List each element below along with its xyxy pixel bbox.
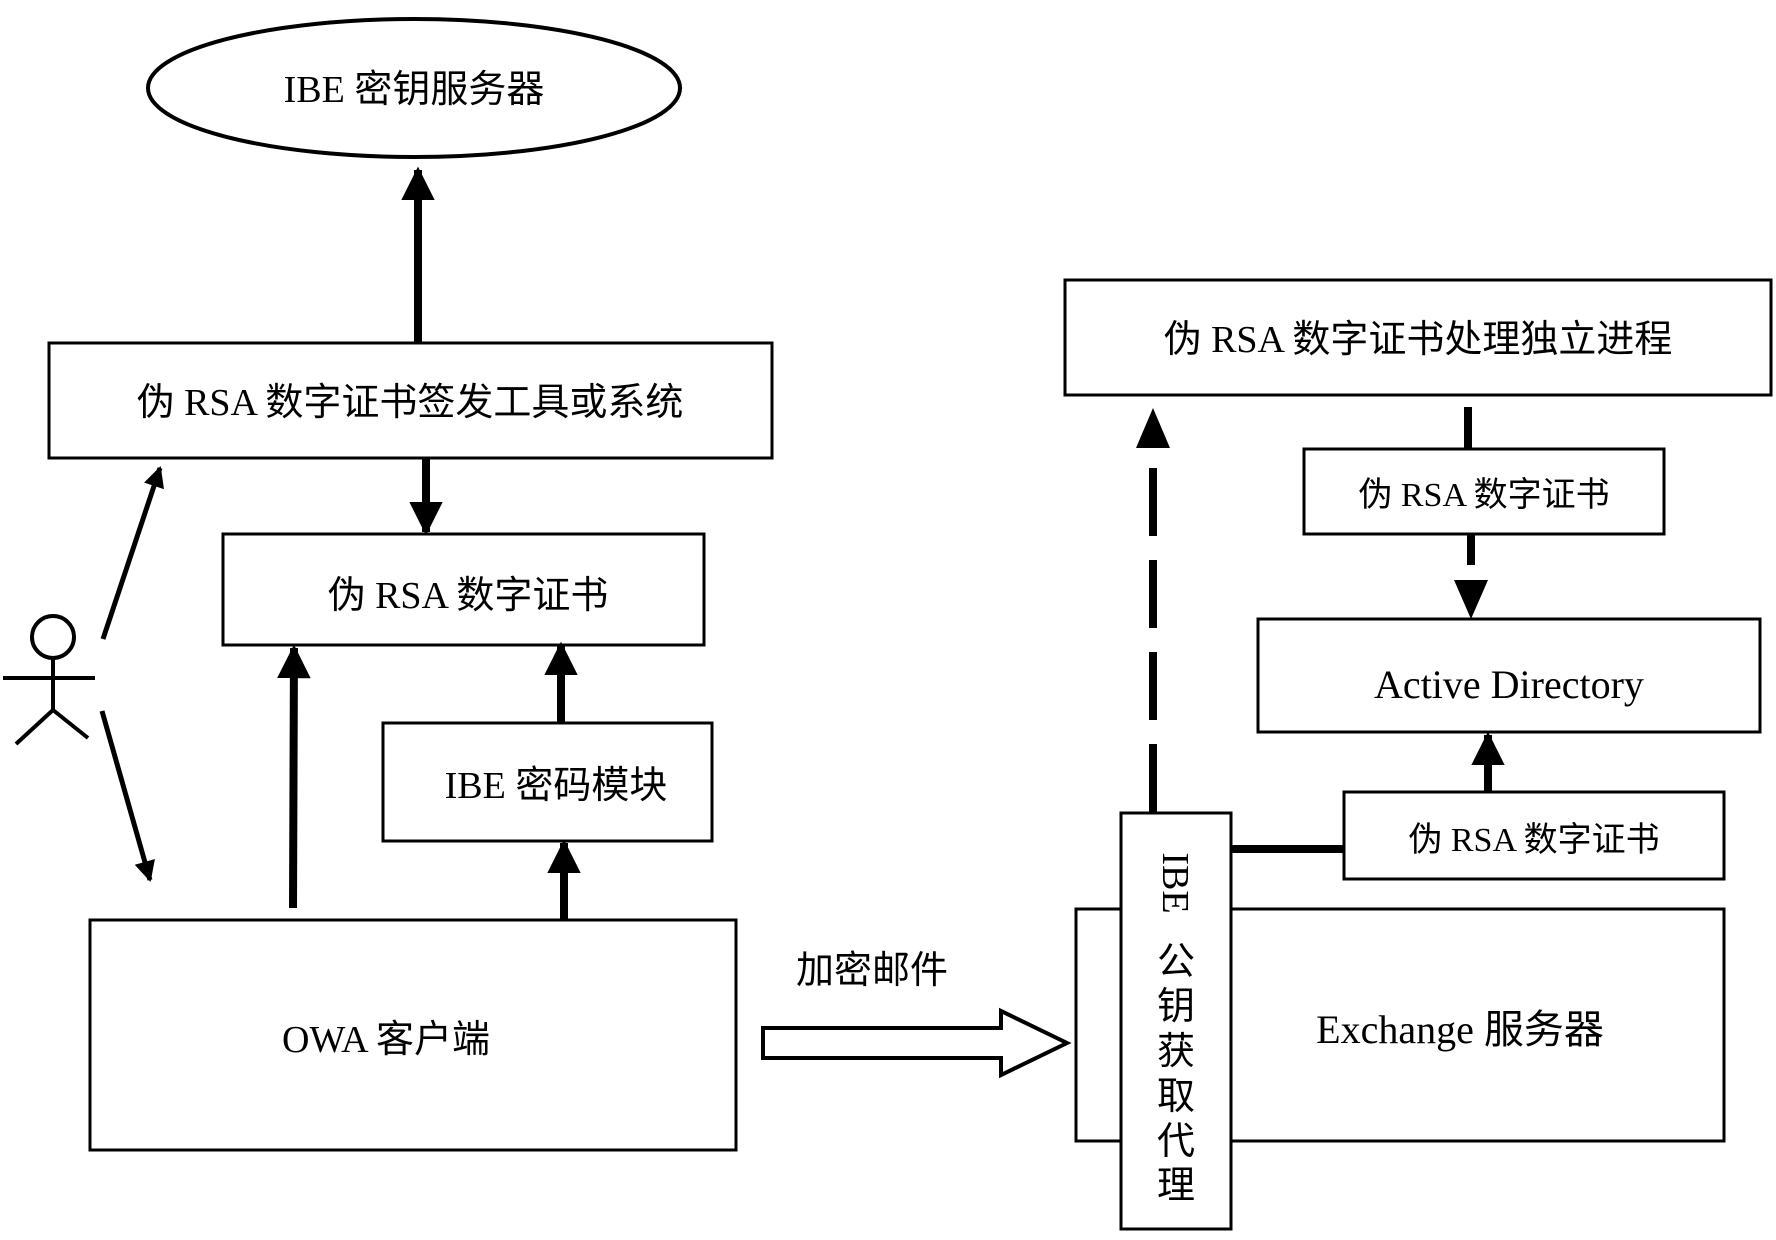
ibe-pubkey-agent-char: 理 [1157,1165,1195,1207]
cert-right-top-label: 伪 RSA 数字证书 [1358,476,1609,514]
independent-process-node: 伪 RSA 数字证书处理独立进程 [1063,278,1773,397]
issuing-tool-node: 伪 RSA 数字证书签发工具或系统 [47,341,774,460]
arrow-owa-to-cert [277,644,311,909]
cert-left-label: 伪 RSA 数字证书 [328,575,609,617]
exchange-server-label: Exchange 服务器 [1316,1007,1604,1052]
cert-right-bottom-label: 伪 RSA 数字证书 [1408,821,1659,859]
ibe-pubkey-agent-char: 代 [1157,1121,1195,1163]
independent-process-label: 伪 RSA 数字证书处理独立进程 [1164,319,1673,361]
ibe-key-server-node: IBE 密钥服务器 [146,17,682,159]
arrow-user-to-owa [99,710,155,883]
encrypted-mail-label: 加密邮件 [796,950,948,992]
ibe-pubkey-agent-char: 钥 [1157,986,1195,1028]
owa-client-label: OWA 客户端 [282,1019,490,1061]
encrypted-mail-arrow-icon [761,1007,1072,1079]
ibe-pubkey-agent-char: 取 [1157,1076,1195,1118]
ibe-key-server-label: IBE 密钥服务器 [284,69,545,111]
actor-right-leg [51,708,90,740]
cert-right-top-node: 伪 RSA 数字证书 [1302,447,1666,536]
ibe-crypto-module-node: IBE 密码模块 [381,721,714,843]
active-directory-label: Active Directory [1374,662,1644,707]
actor-head [30,614,76,660]
ibe-pubkey-agent-char: 公 [1157,941,1195,983]
active-directory-node: Active Directory [1256,617,1762,734]
cert-right-bottom-node: 伪 RSA 数字证书 [1342,790,1726,881]
architecture-diagram: IBE 密钥服务器 伪 RSA 数字证书签发工具或系统 伪 RSA 数字证书 I… [3,17,1773,1231]
user-actor-icon [3,614,95,746]
ibe-pubkey-agent-label-ibe: IBE [1154,852,1196,913]
dashed-arrow-head [1136,408,1170,448]
ibe-pubkey-agent-char: 获 [1157,1031,1195,1073]
arrow-cert-to-ad-head [1454,580,1488,619]
ibe-crypto-module-label: IBE 密码模块 [445,765,668,807]
owa-client-node: OWA 客户端 [88,918,738,1152]
actor-left-leg [14,708,55,746]
ibe-pubkey-agent-node: IBE 公 钥 获 取 代 理 [1119,811,1233,1231]
issuing-tool-label: 伪 RSA 数字证书签发工具或系统 [137,382,684,424]
arrow-user-to-tool [100,466,164,640]
cert-left-node: 伪 RSA 数字证书 [221,532,706,647]
